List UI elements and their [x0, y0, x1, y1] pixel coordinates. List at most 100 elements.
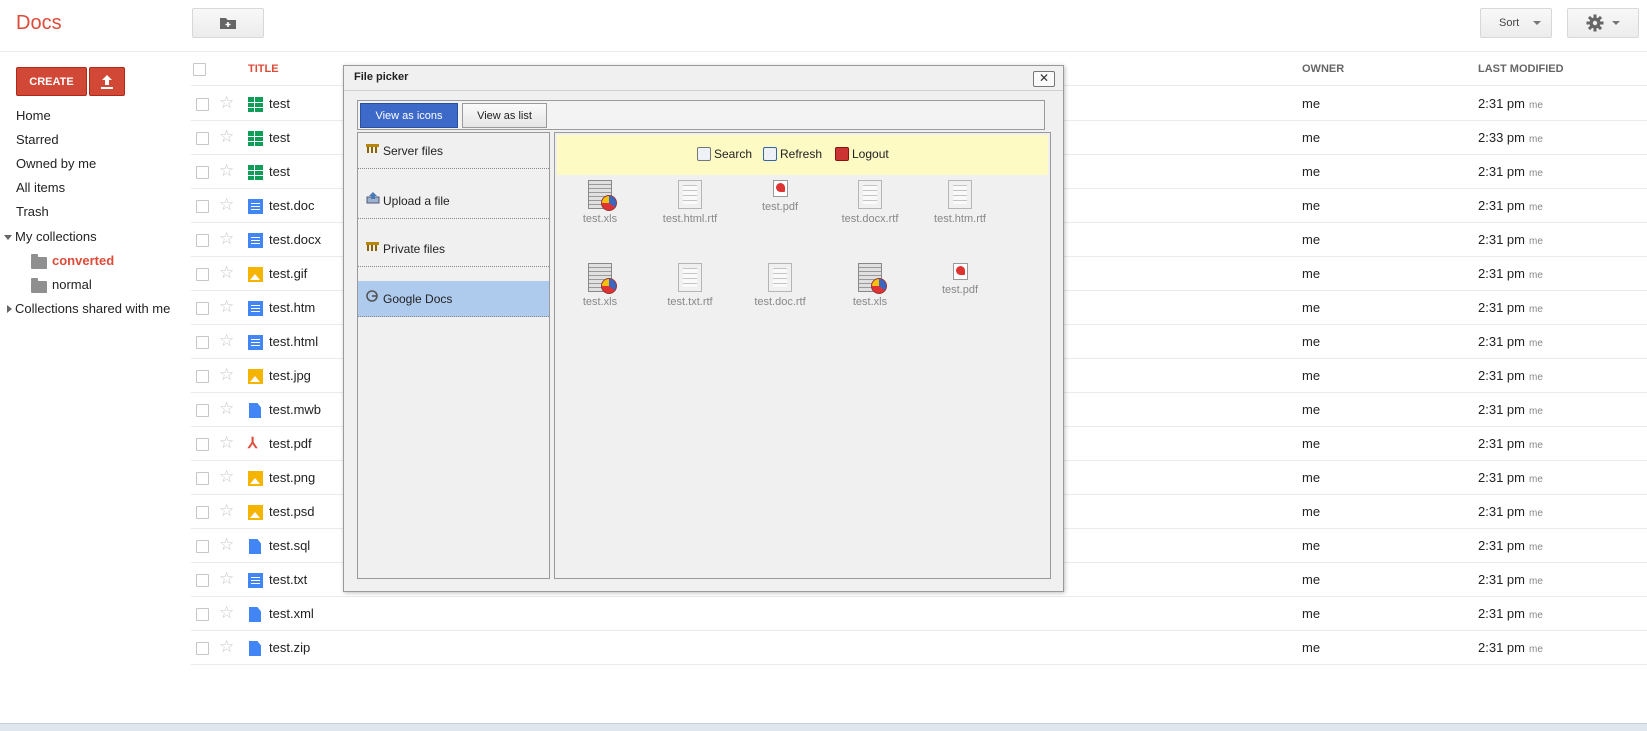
row-checkbox[interactable] — [196, 438, 209, 451]
star-icon[interactable]: ☆ — [219, 535, 234, 555]
column-last-modified[interactable]: LAST MODIFIED — [1478, 63, 1564, 75]
file-owner: me — [1302, 130, 1321, 145]
file-name[interactable]: test — [269, 130, 290, 145]
file-name[interactable]: test.xml — [269, 606, 314, 621]
star-icon[interactable]: ☆ — [219, 263, 234, 283]
refresh-button[interactable]: Refresh — [763, 147, 822, 161]
row-checkbox[interactable] — [196, 506, 209, 519]
table-row[interactable]: ☆ test.zip me 2:31 pm me — [191, 631, 1647, 665]
file-item[interactable]: test.doc.rtf — [740, 263, 820, 308]
close-icon[interactable]: ✕ — [1033, 71, 1055, 87]
file-item[interactable]: test.pdf — [740, 180, 820, 213]
collection-normal[interactable]: normal — [52, 277, 92, 292]
star-icon[interactable]: ☆ — [219, 195, 234, 215]
row-checkbox[interactable] — [196, 234, 209, 247]
row-checkbox[interactable] — [196, 608, 209, 621]
file-item[interactable]: test.html.rtf — [650, 180, 730, 225]
file-name[interactable]: test.gif — [269, 266, 307, 281]
document-icon — [248, 335, 263, 350]
file-item[interactable]: test.htm.rtf — [920, 180, 1000, 225]
file-name[interactable]: test — [269, 164, 290, 179]
row-checkbox[interactable] — [196, 370, 209, 383]
file-name[interactable]: test.txt — [269, 572, 307, 587]
sort-button[interactable]: Sort — [1480, 8, 1552, 38]
file-name[interactable]: test.htm — [269, 300, 315, 315]
column-owner[interactable]: OWNER — [1302, 63, 1344, 75]
file-name[interactable]: test.docx — [269, 232, 321, 247]
row-checkbox[interactable] — [196, 472, 209, 485]
sidebar-item-my-collections[interactable]: My collections — [15, 229, 97, 244]
file-name[interactable]: test — [269, 96, 290, 111]
collection-converted[interactable]: converted — [52, 253, 114, 268]
star-icon[interactable]: ☆ — [219, 161, 234, 181]
file-picker-dialog: File picker ✕ View as icons View as list… — [343, 65, 1064, 592]
star-icon[interactable]: ☆ — [219, 399, 234, 419]
sidebar-item-home[interactable]: Home — [16, 108, 51, 123]
modified-by: me — [1528, 610, 1543, 621]
row-checkbox[interactable] — [196, 336, 209, 349]
star-icon[interactable]: ☆ — [219, 331, 234, 351]
file-item[interactable]: test.txt.rtf — [650, 263, 730, 308]
file-owner: me — [1302, 470, 1321, 485]
source-server-files[interactable]: Server files — [358, 133, 549, 169]
file-name[interactable]: test.pdf — [269, 436, 312, 451]
row-checkbox[interactable] — [196, 302, 209, 315]
upload-button[interactable] — [89, 67, 125, 96]
file-item[interactable]: test.docx.rtf — [830, 180, 910, 225]
search-button[interactable]: Search — [697, 147, 752, 161]
file-item[interactable]: test.xls — [560, 263, 640, 308]
column-title[interactable]: TITLE — [248, 63, 279, 75]
file-item[interactable]: test.xls — [830, 263, 910, 308]
star-icon[interactable]: ☆ — [219, 433, 234, 453]
file-name[interactable]: test.psd — [269, 504, 315, 519]
row-checkbox[interactable] — [196, 404, 209, 417]
settings-button[interactable] — [1567, 8, 1639, 38]
table-row[interactable]: ☆ test.xml me 2:31 pm me — [191, 597, 1647, 631]
row-checkbox[interactable] — [196, 268, 209, 281]
file-name[interactable]: test.png — [269, 470, 315, 485]
tab-view-as-list[interactable]: View as list — [462, 103, 547, 128]
expand-collections-icon[interactable] — [4, 235, 12, 240]
sidebar-item-starred[interactable]: Starred — [16, 132, 59, 147]
logout-button[interactable]: Logout — [835, 147, 889, 161]
star-icon[interactable]: ☆ — [219, 297, 234, 317]
file-name[interactable]: test.zip — [269, 640, 310, 655]
file-name[interactable]: test.jpg — [269, 368, 311, 383]
source-google-docs[interactable]: Google Docs — [358, 281, 549, 317]
star-icon[interactable]: ☆ — [219, 603, 234, 623]
new-collection-button[interactable] — [192, 8, 264, 38]
tab-view-as-icons[interactable]: View as icons — [360, 103, 458, 128]
sidebar-item-all-items[interactable]: All items — [16, 180, 65, 195]
row-checkbox[interactable] — [196, 132, 209, 145]
row-checkbox[interactable] — [196, 642, 209, 655]
star-icon[interactable]: ☆ — [219, 93, 234, 113]
file-name[interactable]: test.html — [269, 334, 318, 349]
row-checkbox[interactable] — [196, 540, 209, 553]
star-icon[interactable]: ☆ — [219, 229, 234, 249]
row-checkbox[interactable] — [196, 200, 209, 213]
sidebar-item-shared-collections[interactable]: Collections shared with me — [15, 301, 170, 316]
star-icon[interactable]: ☆ — [219, 637, 234, 657]
star-icon[interactable]: ☆ — [219, 365, 234, 385]
create-button[interactable]: CREATE — [16, 67, 87, 96]
select-all-checkbox[interactable] — [193, 63, 206, 76]
row-checkbox[interactable] — [196, 98, 209, 111]
star-icon[interactable]: ☆ — [219, 467, 234, 487]
source-upload-file[interactable]: Upload a file — [358, 183, 549, 219]
file-item[interactable]: test.pdf — [920, 263, 1000, 296]
sidebar-item-trash[interactable]: Trash — [16, 204, 49, 219]
file-name[interactable]: test.sql — [269, 538, 310, 553]
file-name[interactable]: test.mwb — [269, 402, 321, 417]
file-name[interactable]: test.doc — [269, 198, 315, 213]
docs-logo[interactable]: Docs — [16, 12, 62, 35]
star-icon[interactable]: ☆ — [219, 501, 234, 521]
file-item[interactable]: test.xls — [560, 180, 640, 225]
sidebar-item-owned-by-me[interactable]: Owned by me — [16, 156, 96, 171]
expand-shared-icon[interactable] — [7, 305, 12, 313]
source-private-files[interactable]: Private files — [358, 231, 549, 267]
star-icon[interactable]: ☆ — [219, 569, 234, 589]
row-checkbox[interactable] — [196, 574, 209, 587]
source-label: Google Docs — [383, 292, 453, 306]
star-icon[interactable]: ☆ — [219, 127, 234, 147]
row-checkbox[interactable] — [196, 166, 209, 179]
